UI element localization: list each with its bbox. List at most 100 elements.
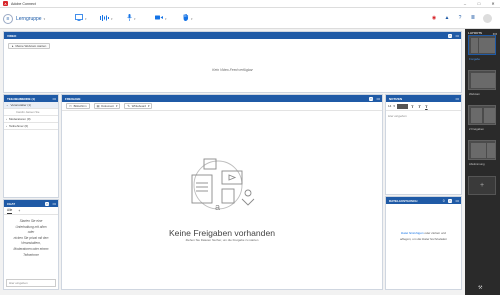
share-pod-title: FREIGABE: [65, 96, 81, 101]
share-document-button[interactable]: ▤ Dokument ▾: [93, 103, 121, 109]
microphone-icon: [127, 14, 132, 23]
chat-input[interactable]: Hier eingeben: [6, 279, 56, 287]
tools-icon[interactable]: ⚒: [478, 285, 482, 291]
microphone-button[interactable]: ▾: [127, 13, 136, 24]
layout-item-abstimmung[interactable]: Abstimmung: [468, 140, 496, 166]
notes-pod-header: NOTIZEN •••: [386, 95, 461, 102]
notifications-icon[interactable]: ≣: [469, 14, 477, 22]
notes-pod: NOTIZEN ••• 14 ▾ T T T Hier eingeben: [385, 94, 462, 195]
maximize-pod-icon[interactable]: ▭: [368, 96, 374, 101]
layout-label: Freigabe: [469, 57, 481, 61]
layout-item-freigabe[interactable]: Freigabe: [468, 35, 496, 61]
chevron-down-icon: ▾: [148, 104, 150, 108]
video-empty-text: Kein Video-Feed verfügbar: [212, 68, 253, 72]
layout-item-webcam[interactable]: Webcam: [468, 70, 496, 96]
record-icon[interactable]: ◉: [430, 14, 438, 22]
file-share-empty-message: Datei hinzufügen oder ziehen und ablegen…: [399, 231, 448, 241]
camera-icon: [155, 15, 163, 22]
audio-button[interactable]: ▾: [100, 13, 113, 24]
share-screen-button[interactable]: ▭ Bildschirm: [66, 103, 90, 109]
more-options-icon[interactable]: •••: [376, 97, 380, 101]
more-options-icon[interactable]: •••: [52, 202, 56, 206]
room-name: Lerngruppe: [16, 15, 42, 22]
chevron-right-icon: ›: [6, 124, 7, 128]
add-layout-button[interactable]: +: [468, 176, 496, 195]
menu-icon[interactable]: ≡: [3, 13, 13, 24]
svg-text:a: a: [215, 202, 220, 212]
participant-group-hosts[interactable]: ⌄ Veranstalter (1): [4, 102, 58, 109]
share-pod-header: FREIGABE ▭ •••: [62, 95, 382, 102]
maximize-icon[interactable]: □: [472, 0, 486, 8]
help-icon[interactable]: ?: [456, 14, 464, 22]
participants-pod-header: TEILNEHMENDE (1) •••: [4, 95, 58, 102]
share-pod: FREIGABE ▭ ••• ▭ Bildschirm ▤ Dokument ▾…: [61, 94, 383, 290]
close-icon[interactable]: ✕: [486, 0, 500, 8]
participant-name[interactable]: Carolin Jansen Sie: [4, 109, 58, 116]
file-count: 0: [442, 198, 445, 203]
chat-input-placeholder: Hier eingeben: [9, 281, 28, 285]
more-options-icon[interactable]: •••: [455, 97, 459, 101]
participant-name-label: Carolin Jansen Sie: [16, 110, 40, 114]
add-chat-tab-button[interactable]: +: [18, 209, 20, 213]
layout-label: Abstimmung: [469, 162, 485, 166]
chat-pod-header: CHAT ▭ •••: [4, 200, 58, 207]
start-webcam-button[interactable]: ▸ Meine Webcam starten: [8, 43, 51, 49]
text-format-icon[interactable]: T: [410, 104, 415, 109]
notes-pod-title: NOTIZEN: [389, 96, 403, 101]
chat-pod-title: CHAT: [7, 201, 16, 206]
raise-hand-button[interactable]: ▾: [183, 13, 193, 24]
share-screen-label: Bildschirm: [73, 104, 87, 108]
chat-empty-message: Starten Sie eine Unterhaltung mit allen …: [13, 219, 49, 257]
share-toolbar: ▭ Bildschirm ▤ Dokument ▾ ✎ Whiteboard ▾: [62, 102, 382, 111]
tab-all[interactable]: Alle: [7, 208, 13, 214]
more-options-icon[interactable]: •••: [455, 34, 459, 38]
layout-item-2-freigaben[interactable]: 2 Freigaben: [468, 105, 496, 131]
participants-pod-title: TEILNEHMENDE (1): [7, 96, 36, 101]
adobe-connect-logo: A: [3, 1, 8, 6]
file-share-pod-title: DATEI-AUSTAUSCH: [389, 198, 418, 203]
more-options-icon[interactable]: •••: [455, 199, 459, 203]
italic-icon[interactable]: T: [417, 104, 422, 109]
video-pod-title: VIDEO: [7, 33, 17, 38]
start-webcam-label: Meine Webcam starten: [15, 44, 47, 48]
text-color-picker[interactable]: [396, 103, 408, 109]
chat-tabs: Alle +: [4, 207, 58, 215]
participants-pod: TEILNEHMENDE (1) ••• ⌄ Veranstalter (1) …: [3, 94, 59, 198]
chevron-down-icon[interactable]: ▾: [393, 104, 395, 108]
video-pod: VIDEO ▭ ••• ▸ Meine Webcam starten Kein …: [3, 31, 462, 93]
maximize-pod-icon[interactable]: ▭: [44, 201, 50, 206]
chevron-down-icon: ⌄: [6, 103, 9, 107]
layouts-panel: LAYOUTS ••• Freigabe Webcam 2 Freigaben …: [465, 29, 500, 295]
participant-group-presenters[interactable]: › Moderatoren (0): [4, 116, 58, 123]
share-illustration-icon: a: [191, 158, 255, 212]
share-empty-subtitle: Ziehen Sie Dateien hierher, um die Freig…: [185, 238, 259, 242]
camera-button[interactable]: ▾: [155, 13, 167, 24]
webcam-icon: ▸: [12, 44, 14, 48]
notes-toolbar: 14 ▾ T T T: [386, 102, 461, 111]
participant-group-attendees[interactable]: › Teilnehmer (0): [4, 123, 58, 130]
maximize-pod-icon[interactable]: ▭: [447, 198, 453, 203]
room-menu[interactable]: ≡ Lerngruppe ▾: [3, 13, 45, 24]
minimize-icon[interactable]: –: [458, 0, 472, 8]
file-share-pod: DATEI-AUSTAUSCH 0 ▭ ••• Datei hinzufügen…: [385, 196, 462, 290]
share-screen-button[interactable]: ▾: [75, 13, 87, 24]
alert-icon[interactable]: ▲: [443, 14, 451, 22]
chevron-down-icon: ▾: [115, 104, 118, 108]
audio-bars-icon: [100, 14, 109, 23]
whiteboard-icon: ✎: [127, 104, 130, 108]
more-options-icon[interactable]: •••: [52, 97, 56, 101]
notes-input[interactable]: Hier eingeben: [386, 111, 461, 121]
underline-icon[interactable]: T: [424, 104, 429, 109]
share-whiteboard-label: Whiteboard: [131, 104, 147, 108]
share-whiteboard-button[interactable]: ✎ Whiteboard ▾: [124, 103, 153, 109]
add-file-link[interactable]: Datei hinzufügen: [401, 231, 424, 235]
window-title: Adobe Connect: [11, 1, 36, 6]
share-empty-title: Keine Freigaben vorhanden: [168, 228, 276, 238]
maximize-pod-icon[interactable]: ▭: [447, 33, 453, 38]
share-document-label: Dokument: [101, 104, 114, 108]
chat-pod: CHAT ▭ ••• Alle + Starten Sie eine Unter…: [3, 199, 59, 290]
avatar[interactable]: [483, 14, 492, 23]
layout-label: 2 Freigaben: [469, 127, 484, 131]
monitor-icon: ▭: [69, 104, 72, 108]
font-size-select[interactable]: 14: [388, 104, 391, 108]
